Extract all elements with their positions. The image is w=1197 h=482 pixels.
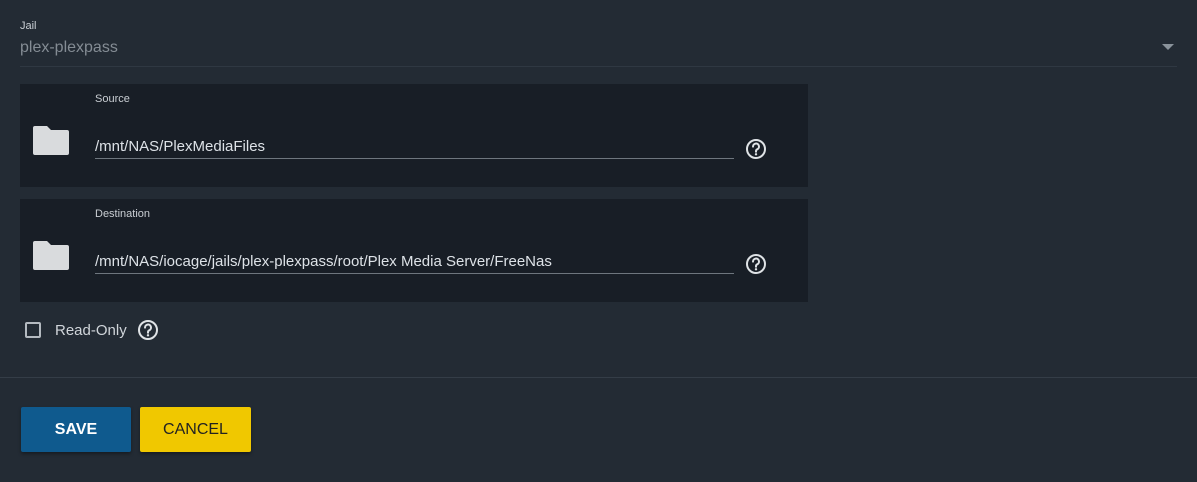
source-input[interactable]	[95, 134, 734, 159]
save-button[interactable]: SAVE	[21, 407, 131, 452]
read-only-row: Read-Only	[25, 319, 159, 341]
source-label: Source	[95, 93, 130, 105]
chevron-down-icon[interactable]	[1162, 44, 1174, 50]
mount-point-form: Jail plex-plexpass Source Destination Re…	[0, 0, 1197, 482]
destination-panel: Destination	[20, 199, 808, 302]
destination-label: Destination	[95, 208, 151, 220]
help-icon[interactable]	[745, 253, 767, 275]
jail-value[interactable]: plex-plexpass	[20, 39, 118, 57]
help-icon[interactable]	[137, 319, 159, 341]
jail-label: Jail	[20, 20, 37, 32]
help-icon[interactable]	[745, 138, 767, 160]
read-only-checkbox[interactable]	[25, 322, 41, 338]
destination-input[interactable]	[95, 249, 734, 274]
folder-icon[interactable]	[32, 124, 70, 156]
cancel-button[interactable]: CANCEL	[140, 407, 251, 452]
read-only-label[interactable]: Read-Only	[55, 322, 127, 339]
source-panel: Source	[20, 84, 808, 187]
folder-icon[interactable]	[32, 239, 70, 271]
jail-select[interactable]: Jail plex-plexpass	[20, 18, 1177, 67]
divider	[0, 377, 1197, 378]
